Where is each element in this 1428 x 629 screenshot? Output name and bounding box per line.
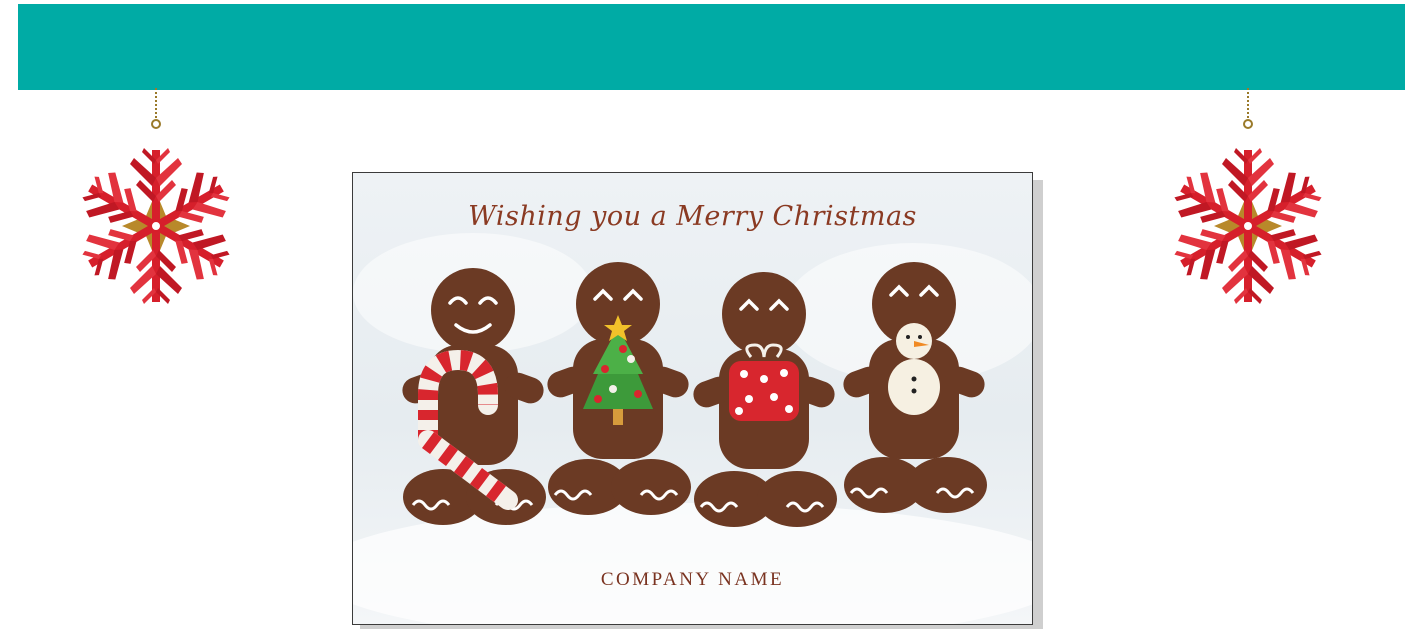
- gingerbread-christmas-tree-icon: [547, 262, 691, 515]
- snowflake-ornament-icon: [75, 88, 237, 304]
- snowflake-ornament-icon: [1167, 88, 1329, 304]
- top-banner: [18, 4, 1405, 90]
- company-name: COMPANY NAME: [600, 569, 785, 590]
- gingerbread-snowman-icon: [843, 262, 987, 513]
- card-greeting: Wishing you a Merry Christmas: [468, 201, 917, 232]
- greeting-card: Wishing you a Merry Christmas COMPANY NA…: [352, 172, 1033, 625]
- gingerbread-candy-cane-icon: [402, 268, 546, 525]
- page: Wishing you a Merry Christmas COMPANY NA…: [0, 0, 1428, 629]
- gingerbread-gift-icon: [693, 272, 837, 527]
